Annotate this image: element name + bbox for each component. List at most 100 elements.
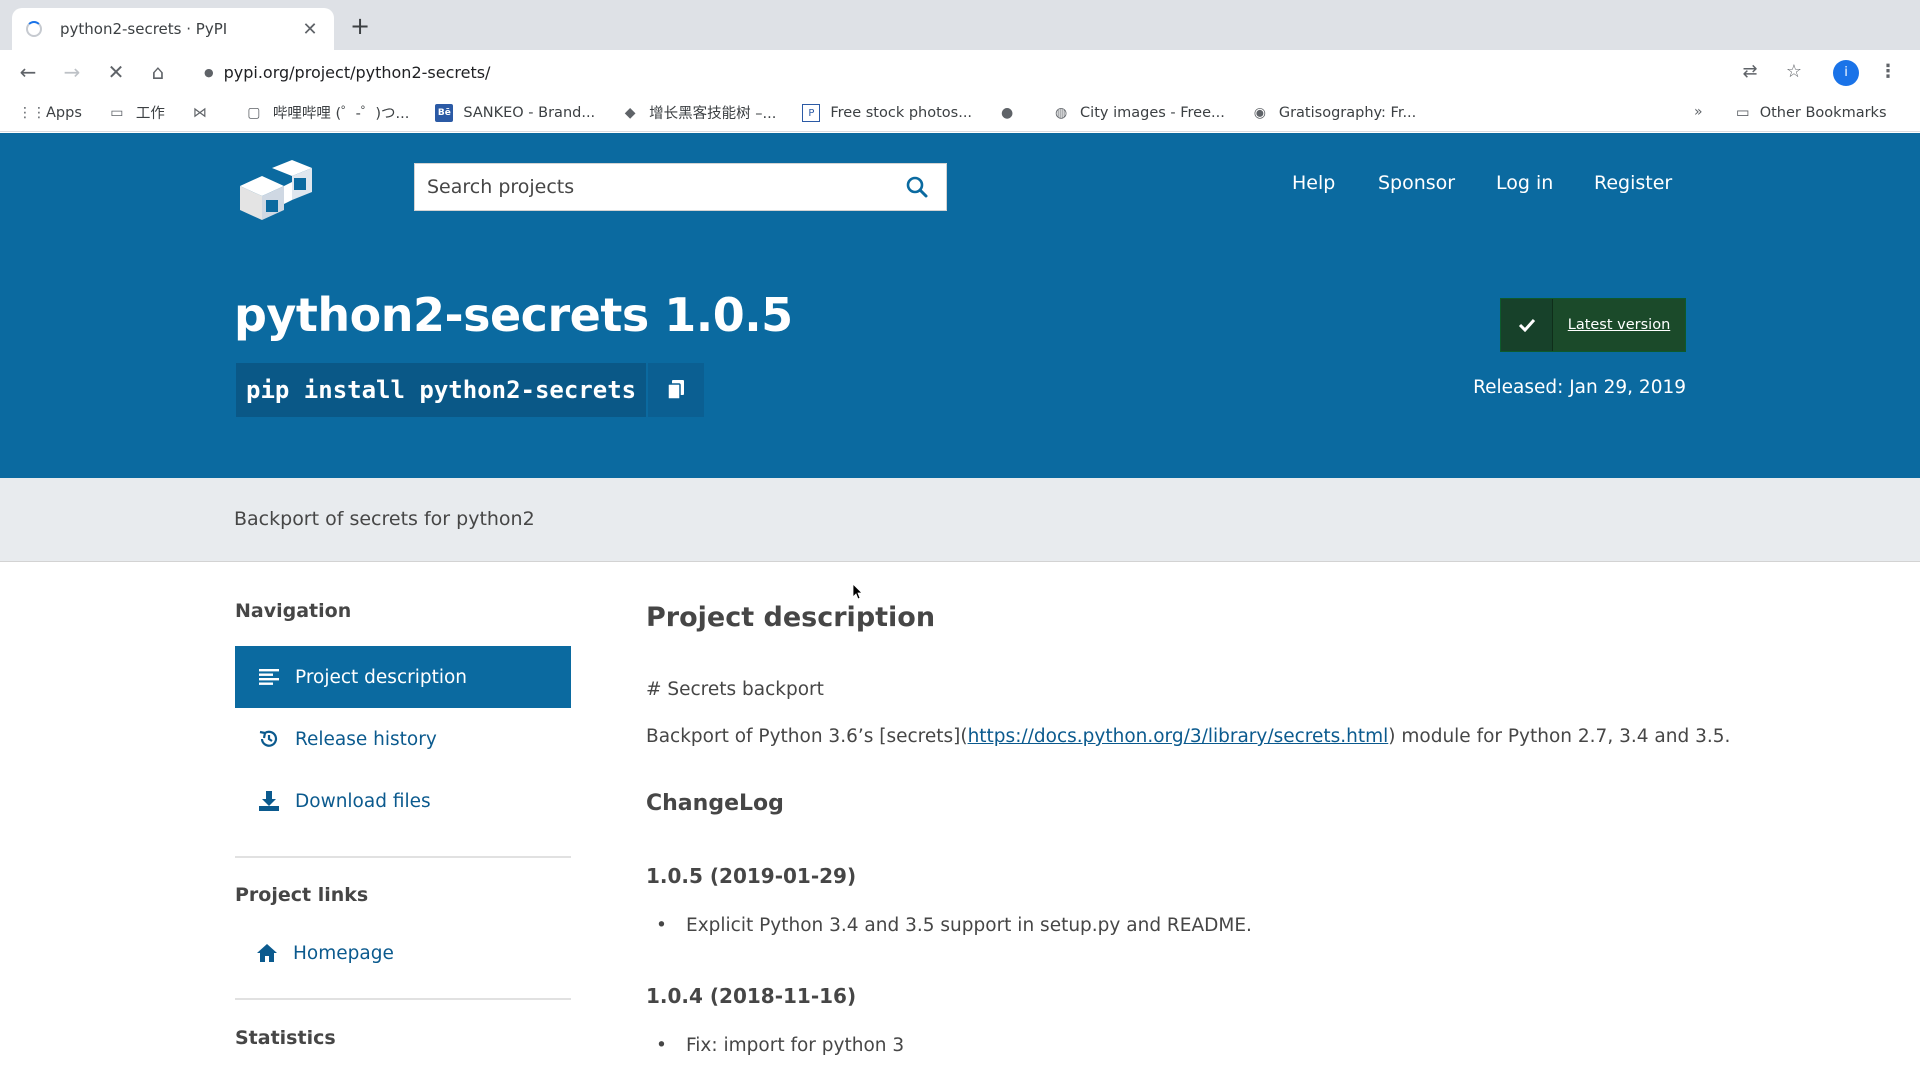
- bookmark-free-stock[interactable]: P Free stock photos...: [802, 103, 973, 122]
- loading-spinner-icon: [26, 21, 42, 37]
- project-links-heading: Project links: [235, 884, 369, 906]
- lock-icon: ●: [204, 65, 214, 79]
- address-url: pypi.org/project/python2-secrets/: [223, 62, 491, 82]
- bookmark-city-images[interactable]: ◍ City images - Free...: [1052, 104, 1225, 122]
- statistics-heading: Statistics: [235, 1027, 336, 1049]
- changelog-item: Fix: import for python 3: [656, 1035, 905, 1056]
- nav-login-link[interactable]: Log in: [1496, 172, 1553, 194]
- sidebar-item-label: Project description: [295, 666, 468, 688]
- bookmarks-overflow-chevron[interactable]: »: [1694, 104, 1703, 120]
- package-summary: Backport of secrets for python2: [234, 508, 535, 530]
- bookmark-folder-work[interactable]: ▭ 工作: [108, 102, 165, 123]
- package-summary-band: Backport of secrets for python2: [0, 478, 1920, 562]
- readme-description: Backport of Python 3.6’s [secrets](https…: [646, 726, 1730, 747]
- bookmark-apps[interactable]: ⋮⋮ Apps: [18, 104, 82, 122]
- bookmark-globe[interactable]: ●: [998, 104, 1026, 122]
- site-icon: ◆: [624, 104, 636, 121]
- bookmark-label: 增长黑客技能树 –...: [649, 106, 777, 122]
- nav-sponsor-link[interactable]: Sponsor: [1378, 172, 1455, 194]
- release-date: Released: Jan 29, 2019: [1473, 377, 1686, 398]
- close-tab-icon[interactable]: ✕: [300, 19, 320, 40]
- bilibili-icon: ▢: [247, 104, 261, 121]
- latest-version-label: Latest version: [1567, 317, 1671, 333]
- other-bookmarks[interactable]: ▭ Other Bookmarks: [1736, 94, 1887, 132]
- latest-version-button[interactable]: Latest version: [1500, 298, 1686, 352]
- bookmark-icon-only[interactable]: ⋈: [191, 104, 219, 122]
- sidebar-item-release-history[interactable]: Release history: [235, 708, 571, 770]
- stop-loading-icon[interactable]: ✕: [102, 58, 130, 86]
- changelog-item-text: Fix: import for python 3: [686, 1035, 905, 1056]
- translate-icon[interactable]: ⇄: [1736, 58, 1764, 86]
- home-icon[interactable]: ⌂: [144, 58, 172, 86]
- changelog-item-text: Explicit Python 3.4 and 3.5 support in s…: [686, 915, 1252, 936]
- bookmark-label: Apps: [46, 104, 82, 121]
- homepage-label: Homepage: [293, 942, 394, 964]
- copy-icon: [667, 380, 685, 400]
- globe-icon: ●: [1000, 104, 1014, 121]
- search-button[interactable]: [900, 170, 934, 204]
- mouse-cursor-icon: [853, 584, 863, 600]
- globe-icon: ◍: [1054, 104, 1068, 121]
- browser-toolbar: ← → ✕ ⌂ ● pypi.org/project/python2-secre…: [0, 50, 1920, 94]
- bookmark-icon: ⋈: [192, 104, 207, 121]
- bookmark-label: Free stock photos...: [830, 104, 973, 121]
- tab-title: python2-secrets · PyPI: [60, 20, 228, 38]
- changelog-item: Explicit Python 3.4 and 3.5 support in s…: [656, 915, 1252, 936]
- project-description-heading: Project description: [646, 602, 936, 633]
- sidebar-item-label: Release history: [295, 728, 437, 750]
- bookmark-label: 工作: [135, 106, 165, 122]
- secrets-docs-link[interactable]: https://docs.python.org/3/library/secret…: [968, 726, 1389, 747]
- readme-title: # Secrets backport: [646, 679, 824, 700]
- bookmark-label: City images - Free...: [1080, 104, 1225, 121]
- sidebar-item-label: Download files: [295, 790, 431, 812]
- bookmark-growth-hacker[interactable]: ◆ 增长黑客技能树 –...: [621, 102, 777, 123]
- nav-register-link[interactable]: Register: [1594, 172, 1672, 194]
- more-menu-icon[interactable]: ⋮: [1874, 58, 1902, 86]
- apps-grid-icon: ⋮⋮: [18, 104, 46, 121]
- bookmark-star-icon[interactable]: ☆: [1780, 58, 1808, 86]
- description-text: Backport of Python 3.6’s [secrets](: [646, 726, 968, 747]
- navigation-heading: Navigation: [235, 600, 352, 622]
- copy-command-button[interactable]: [646, 363, 705, 417]
- changelog-heading: ChangeLog: [646, 791, 784, 816]
- profile-avatar[interactable]: i: [1833, 60, 1859, 86]
- forward-arrow-icon[interactable]: →: [58, 58, 86, 86]
- sidebar-item-download-files[interactable]: Download files: [235, 770, 571, 832]
- bookmark-sankeo[interactable]: Bē SANKEO - Brand...: [435, 103, 596, 122]
- home-icon: [255, 941, 279, 965]
- checkmark-icon: [1501, 299, 1553, 351]
- sidebar-divider: [235, 856, 571, 858]
- search-box: [414, 163, 947, 211]
- other-bookmarks-label: Other Bookmarks: [1759, 105, 1887, 121]
- sidebar-divider: [235, 998, 571, 1000]
- bookmark-label: SANKEO - Brand...: [463, 104, 596, 121]
- bookmark-gratisography[interactable]: ◉ Gratisography: Fr...: [1251, 104, 1417, 122]
- bookmark-label: Gratisography: Fr...: [1278, 104, 1417, 121]
- address-bar[interactable]: ● pypi.org/project/python2-secrets/: [190, 56, 1640, 88]
- search-input[interactable]: [427, 176, 900, 198]
- site-icon: ◉: [1253, 104, 1266, 121]
- description-text: ) module for Python 2.7, 3.4 and 3.5.: [1388, 726, 1731, 747]
- browser-tab-strip: python2-secrets · PyPI ✕ +: [0, 0, 1920, 50]
- release-version-heading: 1.0.5 (2019-01-29): [646, 864, 857, 888]
- pip-install-box: pip install python2-secrets: [236, 363, 705, 417]
- bookmark-label: 哔哩哔哩 (゜-゜)つ...: [272, 106, 410, 122]
- download-icon: [257, 789, 281, 813]
- bookmarks-bar: ⋮⋮ Apps ▭ 工作 ⋈ ▢ 哔哩哔哩 (゜-゜)つ... Bē SANKE…: [0, 94, 1920, 132]
- folder-icon: ▭: [110, 104, 124, 121]
- bookmark-bilibili[interactable]: ▢ 哔哩哔哩 (゜-゜)つ...: [245, 102, 409, 123]
- sidebar-item-project-description[interactable]: Project description: [235, 646, 571, 708]
- pip-command[interactable]: pip install python2-secrets: [236, 363, 647, 417]
- history-icon: [257, 727, 281, 751]
- search-icon: [906, 176, 928, 198]
- new-tab-button[interactable]: +: [346, 12, 374, 40]
- folder-icon: ▭: [1736, 105, 1750, 121]
- align-left-icon: [257, 665, 281, 689]
- back-arrow-icon[interactable]: ←: [14, 58, 42, 86]
- site-icon: P: [802, 103, 821, 122]
- behance-icon: Bē: [435, 103, 454, 122]
- nav-help-link[interactable]: Help: [1292, 172, 1335, 194]
- pypi-logo-icon[interactable]: [232, 156, 324, 224]
- browser-tab-active[interactable]: python2-secrets · PyPI ✕: [12, 8, 334, 50]
- project-link-homepage[interactable]: Homepage: [235, 922, 571, 984]
